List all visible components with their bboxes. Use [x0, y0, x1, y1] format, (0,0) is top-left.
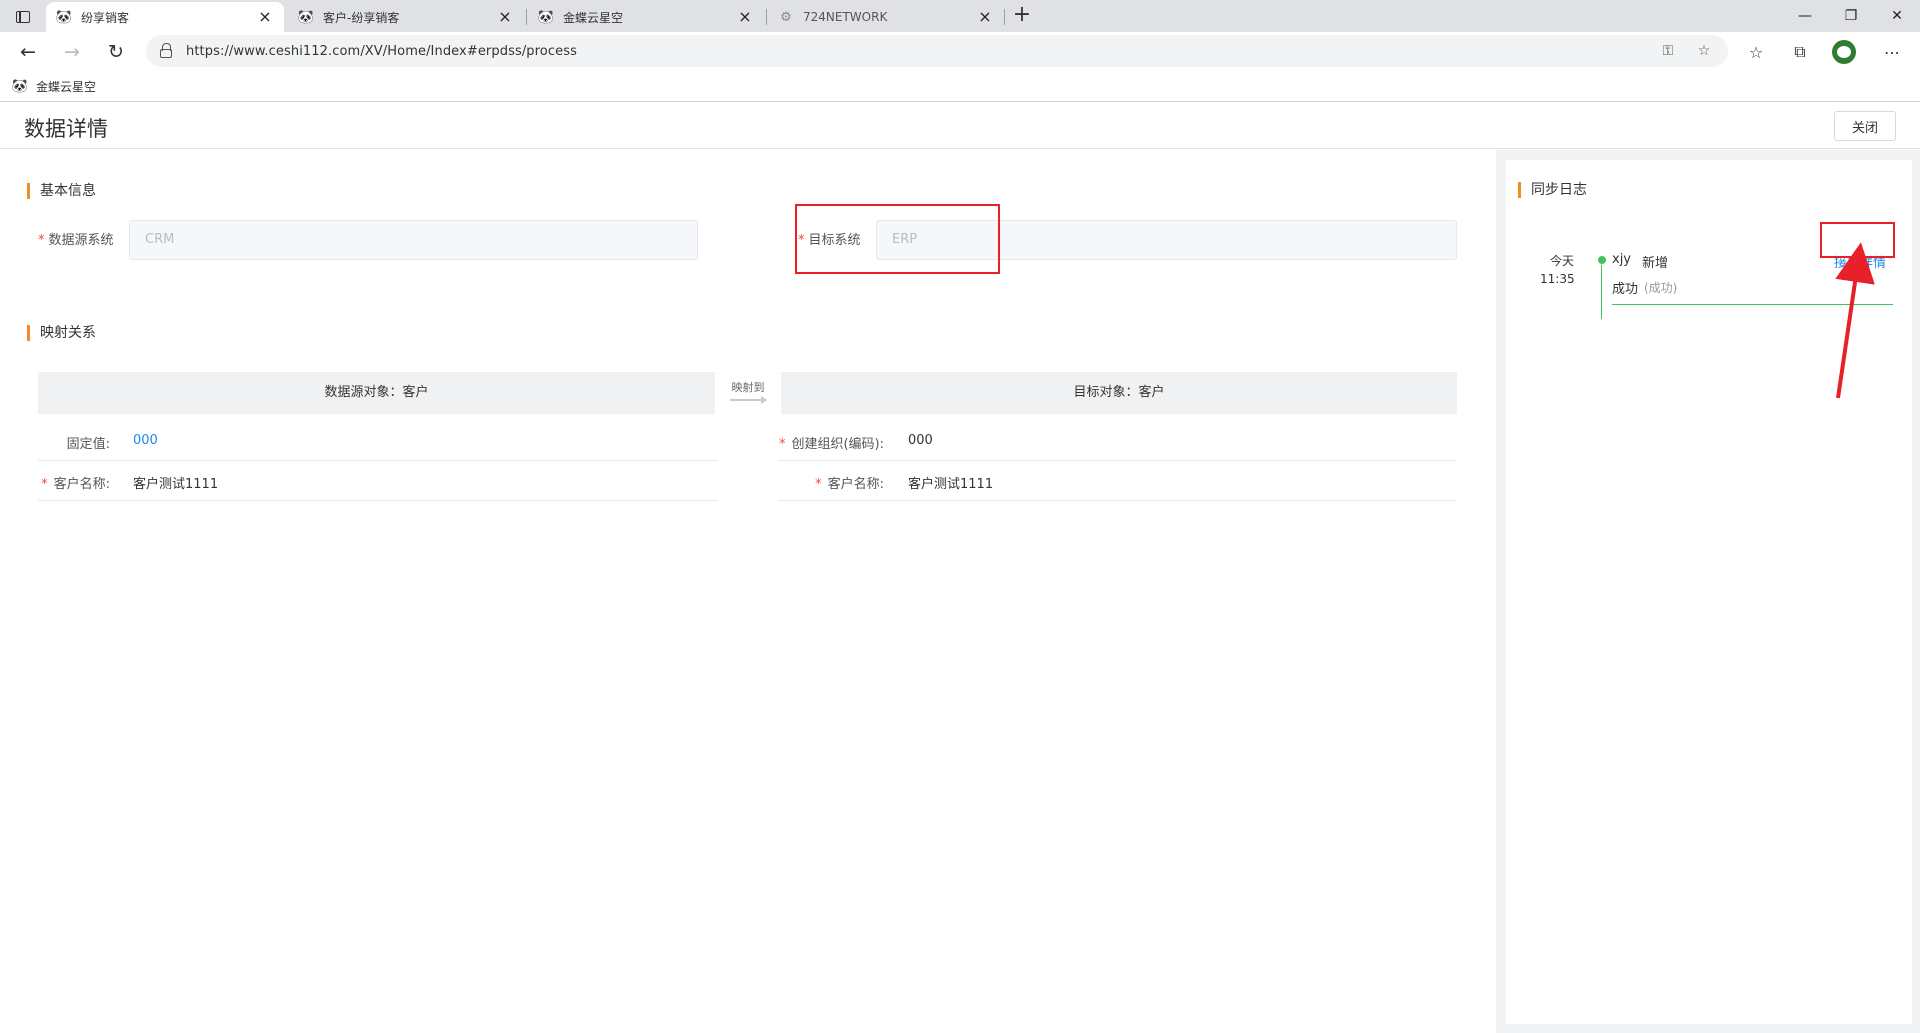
log-status: 成功 [1612, 282, 1639, 297]
forward-icon[interactable]: → [58, 38, 86, 66]
source-row-value[interactable]: 000 [133, 433, 158, 448]
browser-toolbar: ← → ↻ https://www.ceshi112.com/XV/Home/I… [0, 32, 1920, 70]
sync-log-wrapper: 同步日志 今天 11:35 xjy 新增 接口详情 成功 (成功) [1496, 150, 1920, 1033]
source-row-value: 客户测试1111 [133, 477, 219, 492]
tab-4[interactable]: ⚙ 724NETWORK × [768, 2, 1004, 32]
address-bar[interactable]: https://www.ceshi112.com/XV/Home/Index#e… [146, 35, 1728, 67]
source-system-label: * 数据源系统 [38, 233, 114, 248]
favorites-icon[interactable]: ☆ [1744, 40, 1768, 64]
new-tab-icon[interactable]: + [1010, 4, 1034, 28]
minimize-icon[interactable]: — [1782, 0, 1828, 32]
tab-2[interactable]: 🐼 客户-纷享销客 × [288, 2, 524, 32]
section-title-basic-info: 基本信息 [27, 183, 96, 199]
target-row-label: * 客户名称: [815, 477, 884, 492]
source-row-label: 固定值: [66, 437, 110, 452]
tab-actions-icon[interactable] [10, 6, 36, 28]
window-close-icon[interactable]: ✕ [1874, 0, 1920, 32]
tab-3[interactable]: 🐼 金蝶云星空 × [528, 2, 764, 32]
log-action: 新增 [1642, 256, 1669, 271]
page-title: 数据详情 [24, 117, 108, 141]
bookmarks-bar: 🐼 金蝶云星空 [0, 70, 1920, 102]
url-text[interactable]: https://www.ceshi112.com/XV/Home/Index#e… [186, 44, 577, 59]
section-title-mapping: 映射关系 [27, 325, 96, 341]
gear-favicon-icon: ⚙ [780, 9, 792, 25]
restore-icon[interactable]: ❐ [1828, 0, 1874, 32]
source-row-label: * 客户名称: [41, 477, 110, 492]
close-tab-icon[interactable]: × [496, 9, 514, 25]
source-row-customer-name: * 客户名称: 客户测试1111 [38, 461, 718, 501]
lock-icon [160, 42, 172, 58]
log-user: xjy [1612, 252, 1631, 267]
profile-avatar[interactable] [1832, 40, 1856, 64]
target-row-value: 000 [908, 433, 933, 448]
browser-tab-bar: 🐼 纷享销客 × 🐼 客户-纷享销客 × 🐼 金蝶云星空 × ⚙ 724NETW… [0, 0, 1920, 32]
annotation-box-target-system [795, 204, 1000, 274]
collections-icon[interactable]: ⧉ [1788, 40, 1812, 64]
page-header: 数据详情 关闭 [0, 103, 1920, 149]
add-favorite-icon[interactable]: ☆ [1694, 41, 1714, 61]
back-icon[interactable]: ← [14, 38, 42, 66]
close-tab-icon[interactable]: × [976, 9, 994, 25]
source-row-fixed-value: 固定值: 000 [38, 421, 718, 461]
section-title-sync-log: 同步日志 [1518, 182, 1587, 198]
panda-favicon-icon: 🐼 [297, 9, 315, 25]
panda-favicon-icon: 🐼 [55, 9, 73, 25]
log-timestamp: 今天 11:35 [1540, 254, 1575, 286]
annotation-box-interface-detail [1820, 222, 1895, 258]
source-system-field[interactable]: CRM [129, 220, 698, 260]
bookmark-item[interactable]: 🐼 金蝶云星空 [12, 76, 96, 96]
close-button[interactable]: 关闭 [1834, 111, 1896, 141]
target-object-header: 目标对象：客户 [781, 372, 1457, 414]
log-status-dot [1598, 256, 1606, 264]
arrow-right-icon [730, 396, 767, 404]
sync-log-panel: 同步日志 今天 11:35 xjy 新增 接口详情 成功 (成功) [1506, 160, 1912, 1024]
log-status-detail: (成功) [1644, 281, 1678, 295]
target-row-org-code: * 创建组织(编码): 000 [778, 421, 1457, 461]
key-icon[interactable]: ⚿ [1658, 41, 1678, 61]
panda-favicon-icon: 🐼 [11, 78, 29, 94]
reload-icon[interactable]: ↻ [102, 38, 130, 66]
target-row-label: * 创建组织(编码): [778, 437, 884, 452]
close-tab-icon[interactable]: × [736, 9, 754, 25]
source-object-header: 数据源对象：客户 [38, 372, 715, 414]
map-to-indicator: 映射到 [729, 379, 767, 404]
tab-1[interactable]: 🐼 纷享销客 × [46, 2, 284, 32]
target-row-customer-name: * 客户名称: 客户测试1111 [778, 461, 1457, 501]
target-row-value: 客户测试1111 [908, 477, 994, 492]
more-icon[interactable]: ⋯ [1880, 40, 1904, 64]
main-panel: 基本信息 * 数据源系统 CRM * 目标系统 ERP 映射关系 数据源对象：客户 … [0, 150, 1496, 1033]
log-divider [1612, 304, 1893, 305]
log-timeline-line [1601, 265, 1602, 319]
panda-favicon-icon: 🐼 [537, 9, 555, 25]
close-tab-icon[interactable]: × [256, 9, 274, 25]
